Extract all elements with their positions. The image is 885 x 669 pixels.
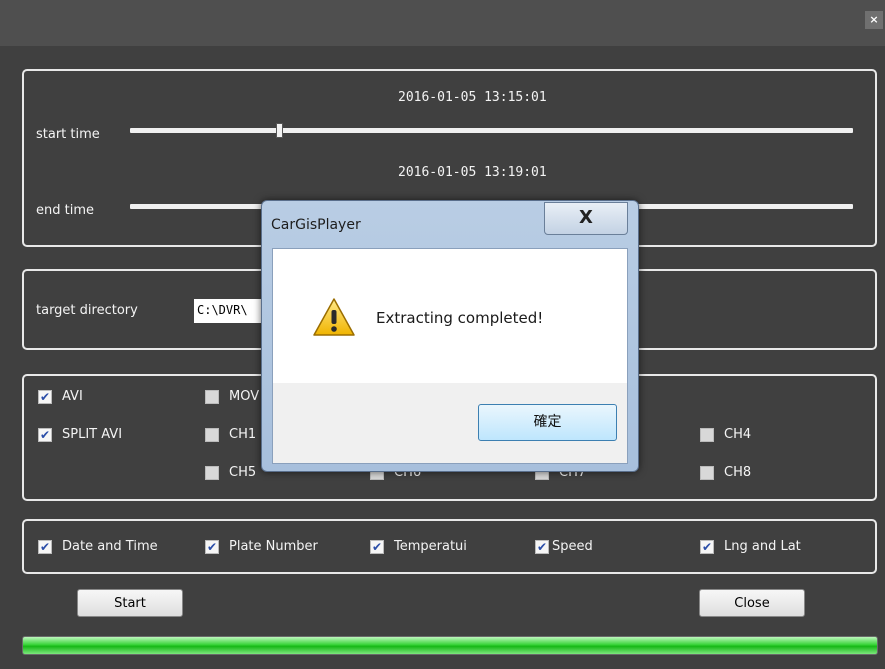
- speed-label: Speed: [552, 539, 593, 554]
- mov-checkbox[interactable]: MOV: [205, 389, 259, 404]
- dialog-ok-button[interactable]: 確定: [478, 404, 617, 441]
- dialog-body: Extracting completed! 確定: [272, 248, 628, 464]
- avi-label: AVI: [62, 389, 83, 404]
- ch4-checkbox[interactable]: CH4: [700, 427, 751, 442]
- ch5-checkbox[interactable]: CH5: [205, 465, 256, 480]
- start-time-value: 2016-01-05 13:15:01: [398, 90, 547, 105]
- plate-number-check-mark: ✔: [205, 539, 219, 554]
- ch8-checkbox[interactable]: CH8: [700, 465, 751, 480]
- ch5-check-box: [205, 465, 219, 480]
- split-avi-check-mark: ✔: [38, 427, 52, 442]
- mov-check-box: [205, 389, 219, 404]
- ch8-label: CH8: [724, 465, 752, 480]
- end-time-value: 2016-01-05 13:19:01: [398, 165, 547, 180]
- window-titlebar: ×: [0, 0, 885, 46]
- dialog-title: CarGisPlayer: [271, 217, 361, 233]
- start-time-slider[interactable]: [130, 128, 853, 133]
- ch1-checkbox[interactable]: CH1: [205, 427, 256, 442]
- temperature-label: Temperatui: [394, 539, 467, 554]
- start-button[interactable]: Start: [77, 589, 183, 617]
- window-close-button[interactable]: ×: [865, 11, 883, 29]
- temperature-check-mark: ✔: [370, 539, 384, 554]
- lng-and-lat-check-mark: ✔: [700, 539, 714, 554]
- close-button[interactable]: Close: [699, 589, 805, 617]
- date-and-time-checkbox[interactable]: ✔ Date and Time: [38, 539, 158, 554]
- plate-number-checkbox[interactable]: ✔ Plate Number: [205, 539, 318, 554]
- message-dialog: CarGisPlayer X Extracting completed! 確定: [261, 200, 639, 472]
- date-and-time-check-mark: ✔: [38, 539, 52, 554]
- avi-checkbox[interactable]: ✔ AVI: [38, 389, 83, 404]
- start-time-label: start time: [36, 127, 100, 142]
- lng-and-lat-checkbox[interactable]: ✔ Lng and Lat: [700, 539, 801, 554]
- avi-check-mark: ✔: [38, 389, 52, 404]
- mov-label: MOV: [229, 389, 260, 404]
- ch8-check-box: [700, 465, 714, 480]
- target-directory-label: target directory: [36, 303, 138, 318]
- split-avi-checkbox[interactable]: ✔ SPLIT AVI: [38, 427, 122, 442]
- progress-bar: [22, 636, 878, 655]
- speed-checkbox[interactable]: ✔ Speed: [535, 539, 593, 554]
- lng-and-lat-label: Lng and Lat: [724, 539, 801, 554]
- ch4-label: CH4: [724, 427, 752, 442]
- dialog-message: Extracting completed!: [376, 309, 544, 327]
- ch4-check-box: [700, 427, 714, 442]
- ch5-label: CH5: [229, 465, 257, 480]
- dialog-close-button[interactable]: X: [544, 202, 628, 235]
- speed-check-mark: ✔: [535, 539, 549, 554]
- warning-icon: [313, 298, 355, 336]
- ch1-label: CH1: [229, 427, 257, 442]
- start-time-slider-thumb[interactable]: [276, 123, 283, 138]
- temperature-checkbox[interactable]: ✔ Temperatui: [370, 539, 467, 554]
- date-and-time-label: Date and Time: [62, 539, 158, 554]
- split-avi-label: SPLIT AVI: [62, 427, 123, 442]
- plate-number-label: Plate Number: [229, 539, 318, 554]
- end-time-label: end time: [36, 203, 94, 218]
- target-directory-input[interactable]: C:\DVR\: [194, 299, 264, 323]
- ch1-check-box: [205, 427, 219, 442]
